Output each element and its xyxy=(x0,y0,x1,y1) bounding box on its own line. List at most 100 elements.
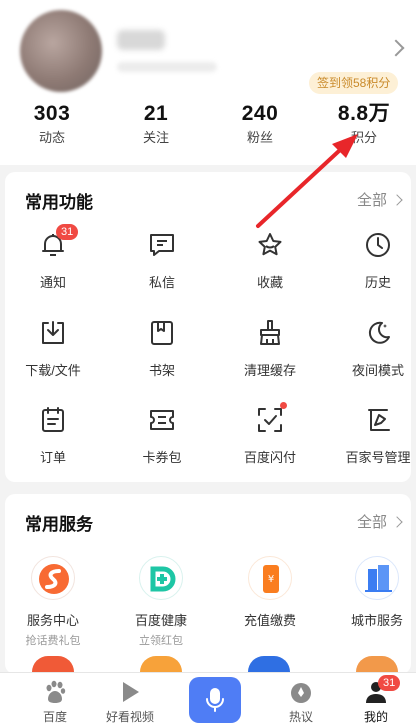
tab-mine[interactable]: 31 我的 xyxy=(336,675,416,725)
func-history[interactable]: 历史 xyxy=(333,230,416,291)
stat-points[interactable]: 8.8万 积分 xyxy=(312,100,416,156)
stat-value: 303 xyxy=(33,102,71,125)
message-icon xyxy=(147,230,177,260)
func-label: 订单 xyxy=(39,450,66,465)
stat-posts[interactable]: 303 动态 xyxy=(0,100,104,156)
func-flash-pay[interactable]: 百度闪付 xyxy=(225,402,315,466)
order-icon xyxy=(38,405,68,435)
stat-label: 关注 xyxy=(142,130,169,145)
func-label: 夜间模式 xyxy=(351,363,404,378)
recharge-payment[interactable]: ¥ 充值缴费 xyxy=(220,556,320,629)
tab-hot-topics[interactable]: 热议 xyxy=(261,679,341,725)
service-label: 服务中心 xyxy=(26,613,79,628)
tab-badge: 31 xyxy=(378,675,401,691)
func-label: 历史 xyxy=(364,275,391,290)
service-center[interactable]: 服务中心 抢话费礼包 xyxy=(3,556,103,648)
gift-icon xyxy=(140,656,182,672)
stat-following[interactable]: 21 关注 xyxy=(104,100,208,156)
func-label: 百家号管理 xyxy=(345,450,411,465)
func-label: 收藏 xyxy=(256,275,283,290)
func-label: 通知 xyxy=(39,275,66,290)
flash-pay-icon xyxy=(255,402,287,435)
func-orders[interactable]: 订单 xyxy=(8,405,98,466)
username-blurred xyxy=(117,30,165,50)
stat-value: 240 xyxy=(241,102,279,125)
stats-row: 303 动态 21 关注 240 粉丝 8.8万 积分 xyxy=(0,100,416,156)
city-service-icon xyxy=(355,556,399,600)
func-favorites[interactable]: 收藏 xyxy=(225,230,315,291)
func-label: 卡券包 xyxy=(142,450,182,465)
ticket-icon xyxy=(147,405,177,435)
service-label: 百度健康 xyxy=(134,613,187,628)
func-messages[interactable]: 私信 xyxy=(117,230,207,291)
bookshelf-icon xyxy=(147,318,177,348)
func-label: 书架 xyxy=(148,363,175,378)
tab-label: 好看视频 xyxy=(105,710,154,724)
func-clear-cache[interactable]: 清理缓存 xyxy=(225,318,315,379)
voice-search-button[interactable] xyxy=(189,677,241,723)
section-title: 常用功能 xyxy=(25,193,93,212)
partial-service-icon xyxy=(356,656,398,672)
chevron-right-icon xyxy=(391,515,403,528)
hot-topic-icon xyxy=(288,679,314,705)
all-label: 全部 xyxy=(356,192,387,209)
baidu-paw-icon xyxy=(42,679,68,705)
func-label: 百度闪付 xyxy=(243,450,296,465)
broom-icon xyxy=(255,318,285,348)
func-bookshelf[interactable]: 书架 xyxy=(117,318,207,379)
city-service[interactable]: 城市服务 xyxy=(327,556,416,629)
partial-service-icon xyxy=(248,656,290,672)
tab-baidu[interactable]: 百度 xyxy=(15,679,95,725)
profile-header: 签到领58积分 303 动态 21 关注 240 粉丝 8.8万 积分 xyxy=(0,0,416,165)
service-label: 城市服务 xyxy=(350,613,403,628)
func-downloads[interactable]: 下载/文件 xyxy=(8,318,98,379)
service-center-icon xyxy=(31,556,75,600)
bottom-tab-bar: 百度 好看视频 热议 31 我的 xyxy=(0,672,416,725)
stat-value: 8.8万 xyxy=(337,102,391,125)
signin-badge[interactable]: 签到领58积分 xyxy=(309,72,399,94)
moon-icon xyxy=(363,318,393,348)
microphone-icon xyxy=(202,687,228,718)
tab-label: 百度 xyxy=(42,710,67,724)
service-subtitle: 抢话费礼包 xyxy=(25,635,81,647)
stat-label: 粉丝 xyxy=(246,130,273,145)
func-label: 清理缓存 xyxy=(243,363,296,378)
recharge-icon: ¥ xyxy=(248,556,292,600)
tab-haokan-video[interactable]: 好看视频 xyxy=(90,679,170,725)
bell-icon: 31 xyxy=(38,224,79,260)
service-label: 充值缴费 xyxy=(243,613,296,628)
func-label: 私信 xyxy=(148,275,175,290)
functions-all-link[interactable]: 全部 xyxy=(356,189,403,210)
avatar[interactable] xyxy=(20,10,102,92)
play-icon xyxy=(117,679,143,705)
download-icon xyxy=(38,318,68,348)
red-dot-indicator xyxy=(280,402,287,409)
baidu-health[interactable]: 百度健康 立领红包 xyxy=(111,556,211,648)
service-subtitle: 立领红包 xyxy=(139,635,183,647)
star-icon xyxy=(255,230,285,260)
common-services-card: 常用服务 全部 服务中心 抢话费礼包 百度健康 立领红包 ¥ 充值缴费 城市服务 xyxy=(5,494,411,674)
stat-value: 21 xyxy=(143,102,169,125)
common-functions-card: 常用功能 全部 31 通知 私信 收藏 历史 下载/文件 书架 清理缓存 夜间模… xyxy=(5,172,411,482)
func-night-mode[interactable]: 夜间模式 xyxy=(333,318,416,379)
tab-label: 热议 xyxy=(288,710,313,724)
partial-service-icon xyxy=(32,656,74,672)
func-label: 下载/文件 xyxy=(25,363,81,378)
notification-badge: 31 xyxy=(56,224,79,240)
svg-text:¥: ¥ xyxy=(268,574,274,585)
health-icon xyxy=(139,556,183,600)
chevron-right-icon[interactable] xyxy=(387,39,405,57)
stat-label: 动态 xyxy=(38,130,65,145)
baijiahao-icon xyxy=(363,405,393,435)
clock-icon xyxy=(363,230,393,260)
func-notifications[interactable]: 31 通知 xyxy=(8,224,98,291)
func-coupons[interactable]: 卡券包 xyxy=(117,405,207,466)
chevron-right-icon xyxy=(391,193,403,206)
func-baijiahao[interactable]: 百家号管理 xyxy=(333,405,416,466)
stat-label: 积分 xyxy=(350,130,377,145)
stat-followers[interactable]: 240 粉丝 xyxy=(208,100,312,156)
user-subtitle-blurred xyxy=(117,62,217,72)
services-all-link[interactable]: 全部 xyxy=(357,511,403,532)
section-title: 常用服务 xyxy=(25,515,93,534)
tab-label: 我的 xyxy=(363,710,388,724)
